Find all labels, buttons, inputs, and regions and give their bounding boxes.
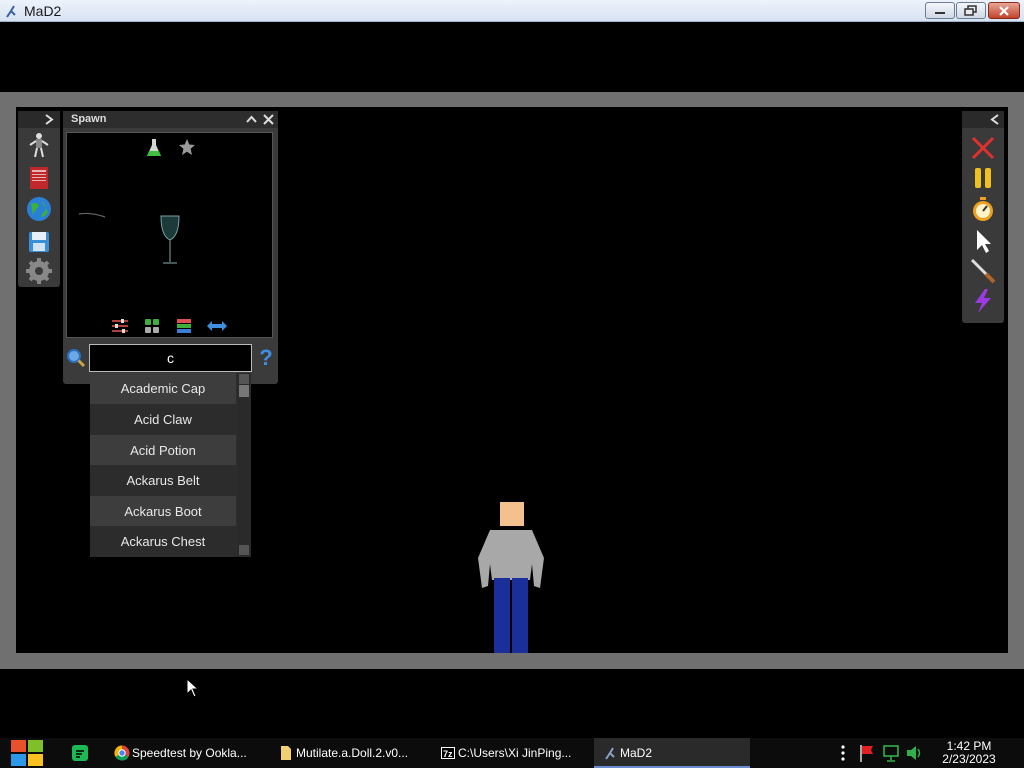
task-mad2[interactable]: MaD2 xyxy=(594,738,750,768)
spawn-search-input[interactable] xyxy=(89,344,252,372)
scroll-thumb[interactable] xyxy=(239,385,249,397)
stopwatch-icon[interactable] xyxy=(969,195,997,223)
network-icon[interactable] xyxy=(882,738,900,768)
knife-icon[interactable] xyxy=(969,257,997,285)
ragdoll-icon[interactable] xyxy=(25,131,53,159)
task-chrome[interactable]: Speedtest by Ookla... xyxy=(106,738,264,768)
task-7zip[interactable]: 7z C:\Users\Xi JinPing... xyxy=(432,738,590,768)
help-icon[interactable]: ? xyxy=(256,346,276,370)
save-icon[interactable] xyxy=(25,228,53,256)
task-label: Speedtest by Ookla... xyxy=(132,746,247,760)
action-center-flag-icon[interactable] xyxy=(858,738,876,768)
taskbar: Speedtest by Ookla... Mutilate.a.Doll.2.… xyxy=(0,738,1024,768)
mouse-pointer-icon xyxy=(186,678,200,698)
scroll-down-arrow[interactable] xyxy=(239,545,249,555)
search-icon[interactable] xyxy=(66,348,86,368)
task-label: C:\Users\Xi JinPing... xyxy=(458,746,572,760)
close-icon xyxy=(999,5,1009,16)
expand-arrow-icon[interactable] xyxy=(44,114,54,125)
spawn-panel-title: Spawn xyxy=(71,113,107,125)
result-item[interactable]: Ackarus Belt xyxy=(90,465,236,496)
result-item[interactable]: Ackarus Chest xyxy=(90,526,236,557)
settings-icon[interactable] xyxy=(25,257,53,285)
sliders-icon[interactable] xyxy=(111,318,129,334)
collapse-arrow-icon[interactable] xyxy=(990,114,1000,125)
spotify-icon[interactable] xyxy=(70,743,90,763)
left-toolbar-header xyxy=(18,111,60,128)
lightning-icon[interactable] xyxy=(969,287,997,315)
task-label: MaD2 xyxy=(620,746,653,760)
swap-arrows-icon[interactable] xyxy=(206,319,228,333)
task-folder[interactable]: Mutilate.a.Doll.2.v0... xyxy=(270,738,425,768)
right-toolbar-header xyxy=(962,111,1004,128)
collapse-chevron-icon[interactable] xyxy=(244,112,259,127)
7zip-icon: 7z xyxy=(441,747,455,759)
minimize-button[interactable] xyxy=(925,2,955,19)
minimize-icon xyxy=(935,11,945,14)
result-item[interactable]: Academic Cap xyxy=(90,373,236,404)
globe-icon[interactable] xyxy=(25,195,53,223)
left-toolbar xyxy=(18,111,60,287)
ragdoll-character[interactable] xyxy=(474,500,548,653)
maximize-button[interactable] xyxy=(956,2,986,19)
result-item[interactable]: Acid Claw xyxy=(90,404,236,435)
clear-icon[interactable] xyxy=(969,134,997,162)
mad2-app-icon xyxy=(6,5,16,18)
tray-overflow-icon[interactable] xyxy=(838,738,848,768)
wine-glass-preview xyxy=(160,215,180,264)
results-scrollbar[interactable] xyxy=(237,373,251,557)
window-titlebar: MaD2 xyxy=(0,0,1024,22)
list-icon[interactable] xyxy=(176,318,192,334)
result-item[interactable]: Acid Potion xyxy=(90,435,236,466)
scroll-up-arrow[interactable] xyxy=(239,374,249,384)
panel-close-icon[interactable] xyxy=(261,112,276,127)
task-label: Mutilate.a.Doll.2.v0... xyxy=(296,746,409,760)
star-icon[interactable] xyxy=(178,138,196,156)
hair-strand xyxy=(78,212,106,218)
volume-icon[interactable] xyxy=(905,738,923,768)
taskbar-clock[interactable]: 1:42 PM 2/23/2023 xyxy=(936,740,1002,766)
restore-icon xyxy=(964,4,977,16)
right-toolbar xyxy=(962,111,1004,323)
svg-text:7z: 7z xyxy=(443,749,453,759)
cursor-icon[interactable] xyxy=(969,227,997,255)
mad2-icon xyxy=(605,747,615,760)
book-icon[interactable] xyxy=(25,164,53,192)
flask-icon[interactable] xyxy=(146,138,162,158)
clock-date: 2/23/2023 xyxy=(942,752,996,766)
search-results-dropdown: Academic Cap Acid Claw Acid Potion Ackar… xyxy=(90,373,251,557)
window-title: MaD2 xyxy=(24,3,62,19)
grid-icon[interactable] xyxy=(144,318,160,334)
folder-icon xyxy=(281,746,291,760)
spawn-panel-header: Spawn xyxy=(63,111,278,128)
close-button[interactable] xyxy=(988,2,1020,19)
spawn-preview[interactable] xyxy=(66,132,273,338)
windows-start-icon[interactable] xyxy=(10,738,44,768)
result-item[interactable]: Ackarus Boot xyxy=(90,496,236,527)
pause-icon[interactable] xyxy=(969,164,997,192)
chrome-icon xyxy=(114,745,130,761)
